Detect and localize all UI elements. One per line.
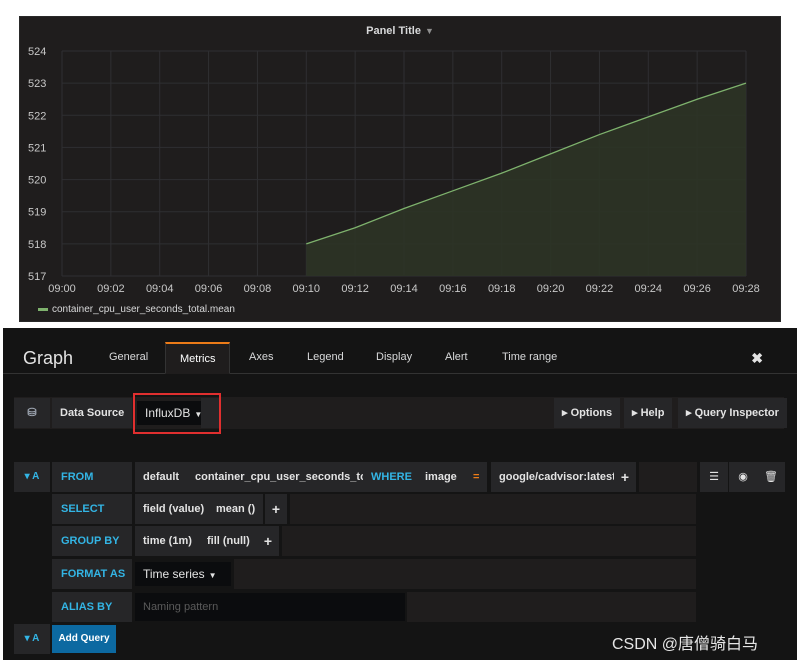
- from-label: FROM: [52, 462, 132, 492]
- x-tick-label: 09:28: [732, 283, 760, 295]
- database-icon: ⛁: [14, 398, 50, 428]
- y-tick-label: 521: [28, 142, 46, 154]
- trash-icon[interactable]: 🗑: [757, 462, 785, 492]
- x-tick-label: 09:12: [341, 283, 369, 295]
- close-icon[interactable]: ✖: [751, 350, 763, 367]
- options-label[interactable]: Options: [571, 407, 613, 419]
- measurement[interactable]: container_cpu_user_seconds_total: [187, 462, 388, 492]
- caret-right-icon: ▸: [686, 407, 695, 419]
- y-tick-label: 520: [28, 175, 46, 187]
- where-value[interactable]: google/cadvisor:latest: [491, 462, 624, 492]
- panel-editor: Graph General Metrics Axes Legend Displa…: [3, 328, 797, 660]
- highlight-box: [133, 393, 221, 434]
- query-inspector-button[interactable]: ▸ Query Inspector: [678, 398, 787, 428]
- legend-swatch: [38, 308, 48, 311]
- format-as-label: FORMAT AS: [52, 559, 132, 589]
- x-tick-label: 09:04: [146, 283, 174, 295]
- select-aggregate[interactable]: mean (): [208, 494, 264, 524]
- x-tick-label: 09:20: [537, 283, 565, 295]
- x-tick-label: 09:16: [439, 283, 467, 295]
- x-tick-label: 09:22: [586, 283, 614, 295]
- x-tick-label: 09:00: [48, 283, 76, 295]
- x-tick-label: 09:02: [97, 283, 125, 295]
- y-tick-label: 519: [28, 207, 46, 219]
- x-tick-label: 09:14: [390, 283, 418, 295]
- help-button[interactable]: ▸ Help: [624, 398, 673, 428]
- add-select-button[interactable]: +: [265, 494, 287, 524]
- alias-row-filler: [407, 592, 696, 622]
- select-field[interactable]: field (value): [135, 494, 213, 524]
- group-by-row-filler: [282, 526, 696, 556]
- y-tick-label: 523: [28, 78, 46, 90]
- datasource-label: Data Source: [52, 398, 133, 428]
- legend: container_cpu_user_seconds_total.mean: [38, 304, 235, 315]
- eye-icon[interactable]: ◉: [729, 462, 757, 492]
- add-condition-button[interactable]: +: [614, 462, 636, 492]
- group-by-fill[interactable]: fill (null): [199, 526, 258, 556]
- caret-right-icon: ▸: [562, 407, 571, 419]
- query-ref[interactable]: A: [32, 471, 39, 482]
- options-button[interactable]: ▸ Options: [554, 398, 621, 428]
- y-tick-label: 524: [28, 46, 46, 58]
- add-query-ref[interactable]: ▾ A: [14, 624, 50, 654]
- x-tick-label: 09:10: [293, 283, 321, 295]
- where-tag[interactable]: image: [417, 462, 465, 492]
- tab-time-range[interactable]: Time range: [488, 342, 571, 374]
- x-tick-label: 09:24: [635, 283, 663, 295]
- alias-by-label: ALIAS BY: [52, 592, 132, 622]
- add-group-by-button[interactable]: +: [257, 526, 279, 556]
- group-by-time[interactable]: time (1m): [135, 526, 200, 556]
- alias-input[interactable]: Naming pattern: [135, 593, 405, 621]
- tab-metrics[interactable]: Metrics: [165, 342, 231, 374]
- caret-right-icon: ▸: [632, 407, 641, 419]
- y-tick-label: 522: [28, 110, 46, 122]
- format-as-value[interactable]: Time series: [143, 567, 205, 581]
- retention-policy[interactable]: default: [135, 462, 188, 492]
- x-tick-label: 09:26: [683, 283, 711, 295]
- editor-tabs: Graph General Metrics Axes Legend Displa…: [3, 328, 797, 374]
- format-row-filler: [234, 559, 696, 589]
- tab-alert[interactable]: Alert: [431, 342, 482, 374]
- y-tick-label: 517: [28, 271, 46, 283]
- where-operator[interactable]: =: [465, 462, 488, 492]
- where-label: WHERE: [363, 462, 420, 492]
- menu-icon[interactable]: ☰: [700, 462, 728, 492]
- y-tick-label: 518: [28, 239, 46, 251]
- group-by-label: GROUP BY: [52, 526, 132, 556]
- x-tick-label: 09:08: [244, 283, 272, 295]
- add-query-ref-letter[interactable]: A: [32, 633, 39, 644]
- tab-general[interactable]: General: [95, 342, 162, 374]
- tab-legend[interactable]: Legend: [293, 342, 358, 374]
- select-label: SELECT: [52, 494, 132, 524]
- legend-series-name[interactable]: container_cpu_user_seconds_total.mean: [52, 304, 235, 315]
- editor-title: Graph: [23, 348, 74, 368]
- caret-down-icon[interactable]: ▼: [209, 564, 217, 588]
- from-row-filler: [639, 462, 697, 492]
- watermark: CSDN @唐僧骑白马: [612, 636, 759, 653]
- add-query-button[interactable]: Add Query: [52, 625, 116, 653]
- query-inspector-label[interactable]: Query Inspector: [695, 407, 779, 419]
- tab-axes[interactable]: Axes: [235, 342, 287, 374]
- tab-display[interactable]: Display: [362, 342, 426, 374]
- format-as-select[interactable]: Time series ▼: [135, 562, 231, 586]
- help-label[interactable]: Help: [641, 407, 665, 419]
- graph-panel: Panel Title ▼ 517 518 519 520 521 522 523 524 09:…: [19, 16, 781, 322]
- select-row-filler: [290, 494, 696, 524]
- x-tick-label: 09:06: [195, 283, 223, 295]
- query-ref-toggle[interactable]: ▾ A: [14, 462, 50, 492]
- time-series-chart: 517 518 519 520 521 522 523 524 09:00 09:02 09:04 0…: [28, 46, 760, 295]
- x-tick-label: 09:18: [488, 283, 516, 295]
